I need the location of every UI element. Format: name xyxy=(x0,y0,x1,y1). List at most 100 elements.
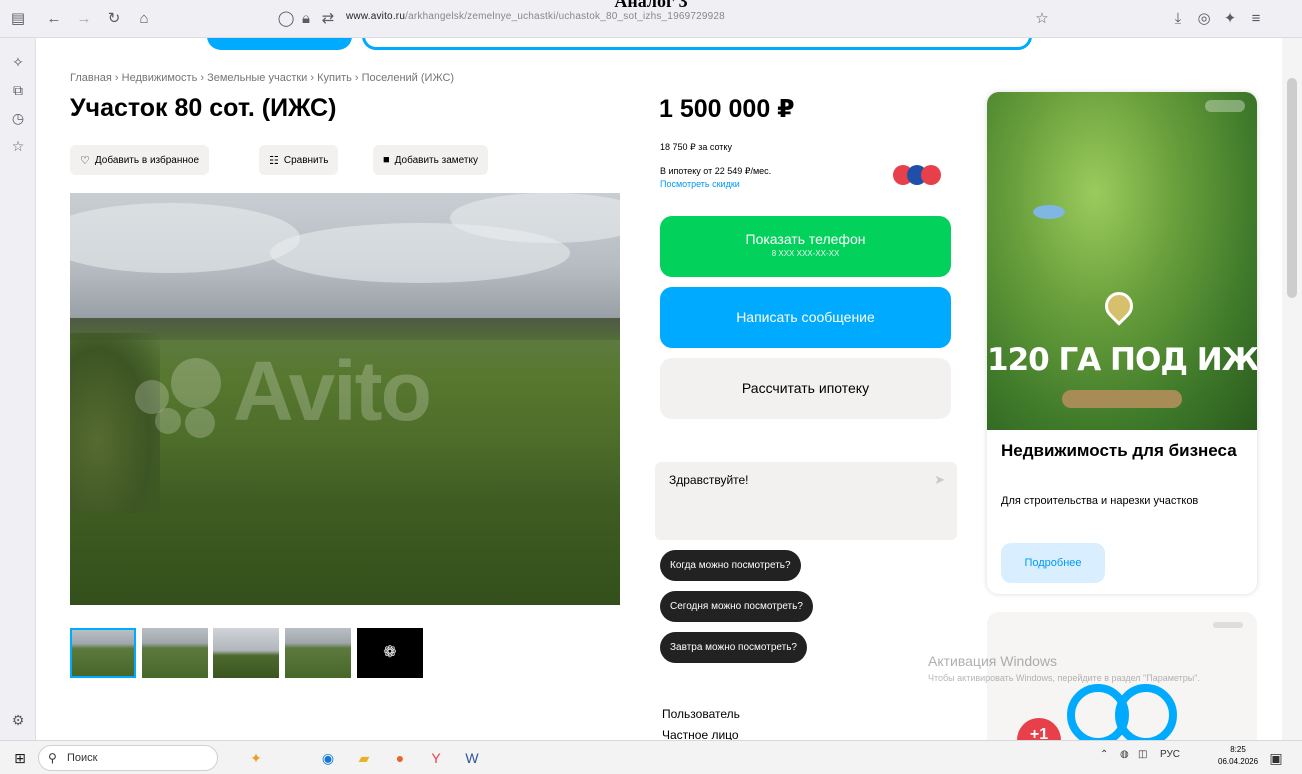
masked-phone: 8 XXX XXX-XX-XX xyxy=(771,249,840,258)
heart-icon: ♡ xyxy=(80,154,90,167)
downloads-icon[interactable]: ⤓ xyxy=(1168,9,1188,29)
seller-name[interactable]: Пользователь xyxy=(662,707,740,721)
tabs-icon[interactable]: ⧉ xyxy=(8,80,28,100)
ad-badge: +1 xyxy=(1017,718,1061,740)
discounts-link[interactable]: Посмотреть скидки xyxy=(660,179,740,189)
add-favorite-label: Добавить в избранное xyxy=(94,154,200,166)
lock-icon[interactable]: 🔒︎ xyxy=(296,9,316,29)
compare-icon: ☷ xyxy=(269,154,279,167)
bookmark-star-icon[interactable]: ☆ xyxy=(1032,9,1052,29)
url-text[interactable]: www.avito.ru/arkhangelsk/zemelnye_uchast… xyxy=(346,11,725,22)
photo-thumbnail-2[interactable] xyxy=(142,628,208,678)
message-text[interactable]: Здравствуйте! xyxy=(669,473,749,487)
taskbar-search-label: Поиск xyxy=(67,752,98,764)
page-title: Участок 80 сот. (ИЖС) xyxy=(70,94,337,122)
taskbar-search[interactable]: ⚲ Поиск xyxy=(38,745,218,771)
shield-icon[interactable]: ◯ xyxy=(276,9,296,29)
bow-shape xyxy=(1115,684,1177,740)
ad-label xyxy=(1213,622,1243,628)
quick-reply-chip[interactable]: Сегодня можно посмотреть? xyxy=(660,591,813,622)
calc-mortgage-label: Рассчитать ипотеку xyxy=(741,380,870,396)
bank-logo-icon xyxy=(921,165,941,185)
pond xyxy=(1033,205,1065,219)
firefox-icon[interactable]: ● xyxy=(390,748,410,768)
tray-chevron-icon[interactable]: ⌃ xyxy=(1100,749,1108,760)
show-phone-label: Показать телефон xyxy=(745,231,866,247)
sidebar-toggle-icon[interactable]: ▤ xyxy=(8,9,28,29)
photo-thumbnail-1[interactable] xyxy=(70,628,136,678)
price-per-sotka: 18 750 ₽ за сотку xyxy=(660,142,732,152)
avito-watermark: Avito xyxy=(135,343,432,440)
yandex-icon[interactable]: Y xyxy=(426,748,446,768)
quick-reply-chip[interactable]: Когда можно посмотреть? xyxy=(660,550,801,581)
ad-headline: 120 ГА ПОД ИЖС xyxy=(987,342,1257,378)
bookmarks-icon[interactable]: ☆ xyxy=(8,136,28,156)
page-content: Главная › Недвижимость › Земельные участ… xyxy=(37,38,1282,740)
ai-chat-icon[interactable]: ✧ xyxy=(8,52,28,72)
message-input[interactable]: Здравствуйте! ➤ xyxy=(655,462,957,540)
windows-taskbar: ⊞ ⚲ Поиск ✦ ◉ ▰ ● Y W ⌃ ◍ ◫ РУС 8:25 06.04… xyxy=(0,740,1302,774)
history-icon[interactable]: ◷ xyxy=(8,108,28,128)
file-explorer-icon[interactable]: ▰ xyxy=(354,748,374,768)
map-pin-icon xyxy=(1099,286,1139,326)
write-message-label: Написать сообщение xyxy=(736,309,875,325)
ad-more-button[interactable]: Подробнее xyxy=(1001,543,1105,583)
scrollbar-thumb[interactable] xyxy=(1287,78,1297,298)
widgets-icon[interactable]: ✦ xyxy=(246,748,266,768)
ad-description: Для строительства и нарезки участков xyxy=(1001,495,1199,507)
home-icon[interactable]: ⌂ xyxy=(134,9,154,29)
network-icon[interactable]: ◍ xyxy=(1120,749,1129,760)
write-message-button[interactable]: Написать сообщение xyxy=(660,287,951,348)
more-photos-icon: ❁ xyxy=(383,644,397,661)
ad-image: 120 ГА ПОД ИЖС xyxy=(987,92,1257,430)
account-icon[interactable]: ◎ xyxy=(1194,9,1214,29)
bank-logos xyxy=(893,165,953,187)
avito-logo-dots xyxy=(135,357,225,438)
document-caption: Аналог 3 xyxy=(614,0,688,10)
mortgage-info: В ипотеку от 22 549 ₽/мес. xyxy=(660,166,772,176)
price: 1 500 000 ₽ xyxy=(659,95,795,123)
ad-card[interactable]: 120 ГА ПОД ИЖС Недвижимость для бизнеса … xyxy=(987,92,1257,594)
listing-photo[interactable]: Avito xyxy=(70,193,620,605)
windows-activation-subtitle: Чтобы активировать Windows, перейдите в … xyxy=(928,673,1200,683)
show-phone-button[interactable]: Показать телефон 8 XXX XXX-XX-XX xyxy=(660,216,951,277)
compare-label: Сравнить xyxy=(283,154,329,166)
page-scrollbar[interactable] xyxy=(1282,38,1302,740)
language-indicator[interactable]: РУС xyxy=(1160,749,1180,760)
seller-type: Частное лицо xyxy=(662,728,739,740)
extensions-icon[interactable]: ✦ xyxy=(1220,9,1240,29)
clock[interactable]: 8:25 06.04.2026 xyxy=(1218,744,1258,768)
send-icon[interactable]: ➤ xyxy=(934,472,945,488)
more-photos-thumbnail[interactable]: ❁ xyxy=(357,628,423,678)
site-search-input[interactable] xyxy=(362,38,1032,50)
add-favorite-button[interactable]: ♡ Добавить в избранное xyxy=(70,145,210,175)
cloud xyxy=(70,203,300,273)
forward-icon[interactable]: → xyxy=(74,9,94,29)
photo-thumbnail-4[interactable] xyxy=(285,628,351,678)
menu-icon[interactable]: ≡ xyxy=(1246,9,1266,29)
edge-icon[interactable]: ◉ xyxy=(318,748,338,768)
settings-icon[interactable]: ⚙ xyxy=(8,710,28,730)
ad-location-pill xyxy=(1062,390,1182,408)
photo-thumbnail-3[interactable] xyxy=(213,628,279,678)
ad-title: Недвижимость для бизнеса xyxy=(1001,441,1237,460)
notifications-icon[interactable]: ▣ xyxy=(1266,748,1286,768)
clock-time: 8:25 xyxy=(1230,745,1246,754)
volume-icon[interactable]: ◫ xyxy=(1138,749,1147,760)
windows-activation-title: Активация Windows xyxy=(928,653,1058,669)
permissions-icon[interactable]: ⇄ xyxy=(318,9,338,29)
clock-date: 06.04.2026 xyxy=(1218,757,1259,766)
quick-reply-chip[interactable]: Завтра можно посмотреть? xyxy=(660,632,807,663)
note-icon: ■ xyxy=(383,154,390,166)
calc-mortgage-button[interactable]: Рассчитать ипотеку xyxy=(660,358,951,419)
add-note-label: Добавить заметку xyxy=(394,154,478,166)
category-button[interactable] xyxy=(207,38,352,50)
back-icon[interactable]: ← xyxy=(44,9,64,29)
word-icon[interactable]: W xyxy=(462,748,482,768)
add-note-button[interactable]: ■ Добавить заметку xyxy=(373,145,488,175)
breadcrumb[interactable]: Главная › Недвижимость › Земельные участ… xyxy=(70,72,454,84)
browser-sidebar: ✧ ⧉ ◷ ☆ ⚙ xyxy=(0,38,36,740)
reload-icon[interactable]: ↻ xyxy=(104,9,124,29)
windows-start-icon[interactable]: ⊞ xyxy=(10,748,30,768)
compare-button[interactable]: ☷ Сравнить xyxy=(259,145,339,175)
